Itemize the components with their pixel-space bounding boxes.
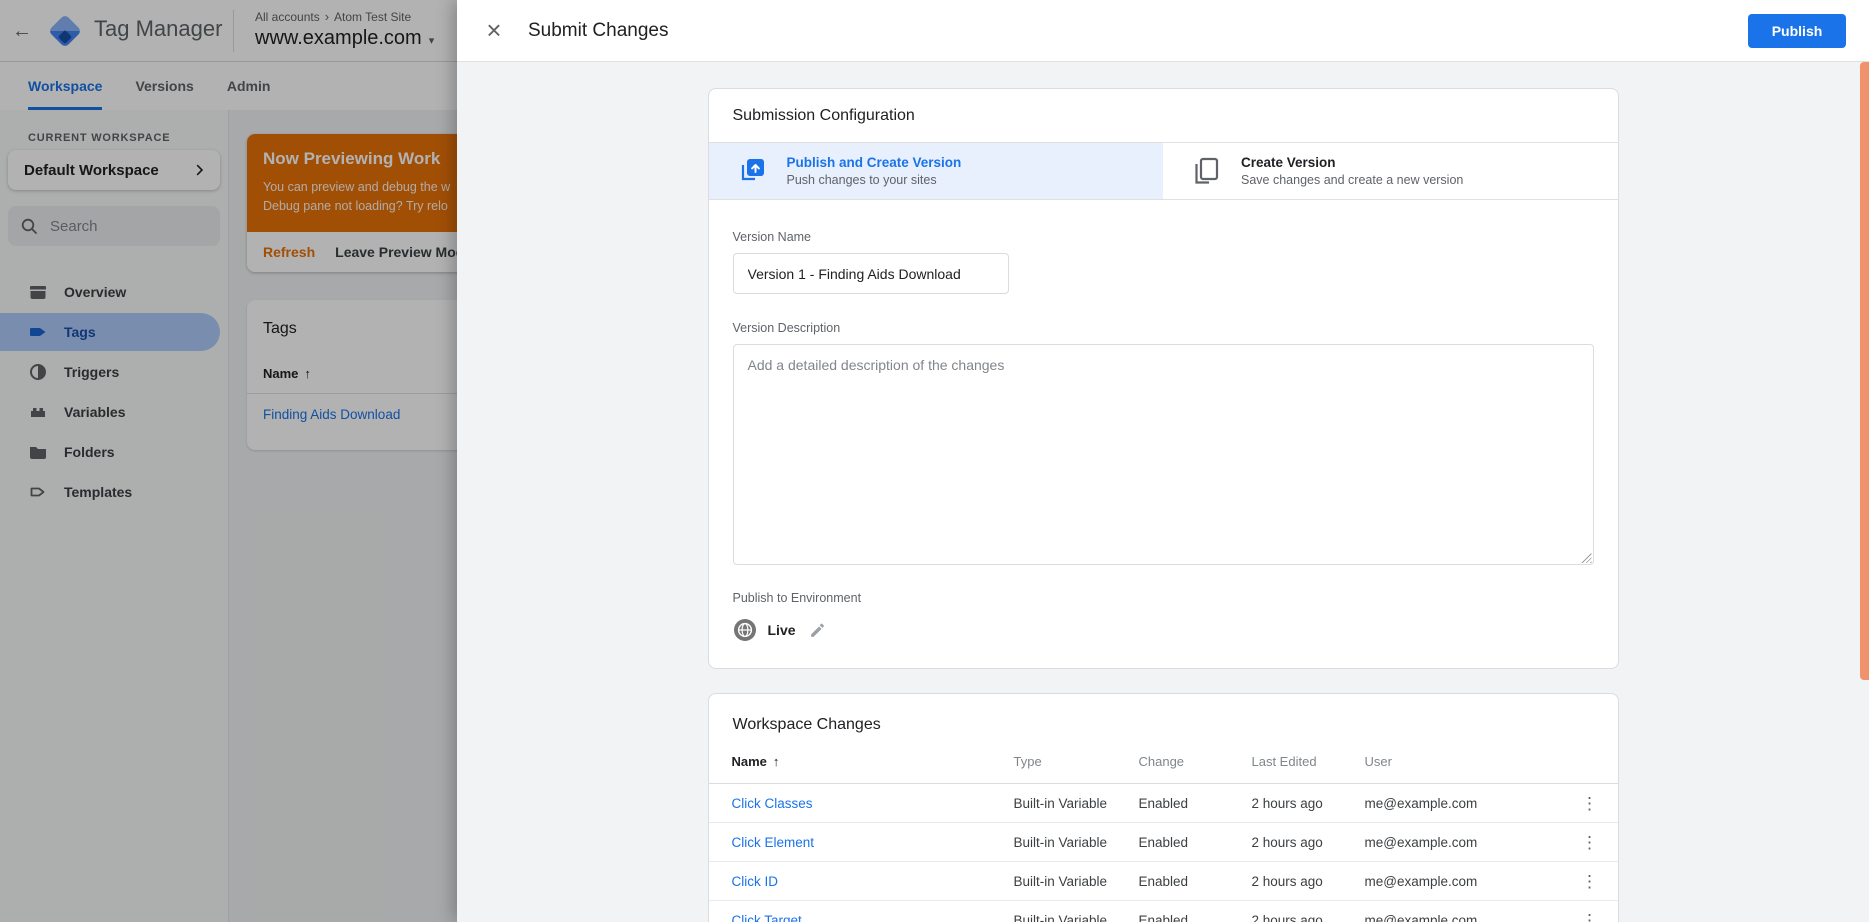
publish-environment-label: Publish to Environment xyxy=(733,591,1594,605)
publish-button[interactable]: Publish xyxy=(1748,14,1846,48)
option-publish-and-create-version[interactable]: Publish and Create Version Push changes … xyxy=(709,143,1164,199)
scrollbar-thumb[interactable] xyxy=(1860,62,1869,680)
changes-table-header: Name ↑ Type Change Last Edited User xyxy=(709,740,1618,784)
change-type: Built-in Variable xyxy=(1014,835,1139,850)
submission-configuration-card: Submission Configuration Publish and Cre… xyxy=(708,88,1619,669)
change-user: me@example.com xyxy=(1365,874,1562,889)
change-last-edited: 2 hours ago xyxy=(1252,913,1365,922)
change-last-edited: 2 hours ago xyxy=(1252,835,1365,850)
change-name-link[interactable]: Click Element xyxy=(732,835,1014,850)
create-version-icon xyxy=(1191,156,1221,186)
environment-row: Live xyxy=(733,618,1594,642)
version-name-input[interactable] xyxy=(733,253,1009,294)
change-user: me@example.com xyxy=(1365,913,1562,922)
publish-environment-block: Publish to Environment Live xyxy=(733,591,1594,642)
submission-form: Version Name Version Description Publish… xyxy=(709,200,1618,668)
option-title: Publish and Create Version xyxy=(787,155,962,170)
table-row: Click ID Built-in Variable Enabled 2 hou… xyxy=(709,862,1618,901)
workspace-changes-title: Workspace Changes xyxy=(709,694,1618,740)
row-menu-button[interactable]: ⋮ xyxy=(1581,912,1598,922)
column-header-name[interactable]: Name ↑ xyxy=(732,754,1014,769)
change-last-edited: 2 hours ago xyxy=(1252,874,1365,889)
row-menu-button[interactable]: ⋮ xyxy=(1581,873,1598,890)
submission-configuration-title: Submission Configuration xyxy=(709,89,1618,143)
table-row: Click Classes Built-in Variable Enabled … xyxy=(709,784,1618,823)
table-row: Click Target Built-in Variable Enabled 2… xyxy=(709,901,1618,922)
option-create-version[interactable]: Create Version Save changes and create a… xyxy=(1163,143,1618,199)
submit-changes-panel: × Submit Changes Publish Submission Conf… xyxy=(457,0,1869,922)
submission-options: Publish and Create Version Push changes … xyxy=(709,143,1618,200)
column-header-last-edited: Last Edited xyxy=(1252,754,1365,769)
change-name-link[interactable]: Click ID xyxy=(732,874,1014,889)
change-change: Enabled xyxy=(1139,835,1252,850)
column-label: Name xyxy=(732,754,767,769)
change-change: Enabled xyxy=(1139,874,1252,889)
option-texts: Publish and Create Version Push changes … xyxy=(787,155,962,187)
modal-header: × Submit Changes Publish xyxy=(457,0,1869,62)
publish-icon xyxy=(737,156,767,186)
row-menu-button[interactable]: ⋮ xyxy=(1581,834,1598,851)
version-name-label: Version Name xyxy=(733,230,1594,244)
change-type: Built-in Variable xyxy=(1014,796,1139,811)
option-subtitle: Push changes to your sites xyxy=(787,173,962,187)
version-description-textarea[interactable] xyxy=(733,344,1594,565)
edit-environment-button[interactable] xyxy=(809,622,826,639)
close-button[interactable]: × xyxy=(481,18,507,44)
change-user: me@example.com xyxy=(1365,796,1562,811)
row-menu-button[interactable]: ⋮ xyxy=(1581,795,1598,812)
globe-icon xyxy=(733,618,757,642)
environment-name: Live xyxy=(768,622,796,638)
option-subtitle: Save changes and create a new version xyxy=(1241,173,1463,187)
version-description-label: Version Description xyxy=(733,321,1594,335)
column-header-type: Type xyxy=(1014,754,1139,769)
change-name-link[interactable]: Click Target xyxy=(732,913,1014,922)
table-row: Click Element Built-in Variable Enabled … xyxy=(709,823,1618,862)
close-icon: × xyxy=(486,15,501,45)
change-user: me@example.com xyxy=(1365,835,1562,850)
workspace-changes-card: Workspace Changes Name ↑ Type Change Las… xyxy=(708,693,1619,922)
sort-asc-icon: ↑ xyxy=(773,754,780,769)
change-name-link[interactable]: Click Classes xyxy=(732,796,1014,811)
change-change: Enabled xyxy=(1139,796,1252,811)
change-change: Enabled xyxy=(1139,913,1252,922)
pencil-icon xyxy=(809,622,826,639)
change-last-edited: 2 hours ago xyxy=(1252,796,1365,811)
modal-body: Submission Configuration Publish and Cre… xyxy=(457,62,1869,922)
change-type: Built-in Variable xyxy=(1014,874,1139,889)
column-header-change: Change xyxy=(1139,754,1252,769)
option-texts: Create Version Save changes and create a… xyxy=(1241,155,1463,187)
change-type: Built-in Variable xyxy=(1014,913,1139,922)
screen: ← Tag Manager All accounts › Atom Test S… xyxy=(0,0,1869,922)
option-title: Create Version xyxy=(1241,155,1463,170)
version-description-block: Version Description xyxy=(733,321,1594,565)
modal-title: Submit Changes xyxy=(528,20,668,42)
column-header-user: User xyxy=(1365,754,1562,769)
